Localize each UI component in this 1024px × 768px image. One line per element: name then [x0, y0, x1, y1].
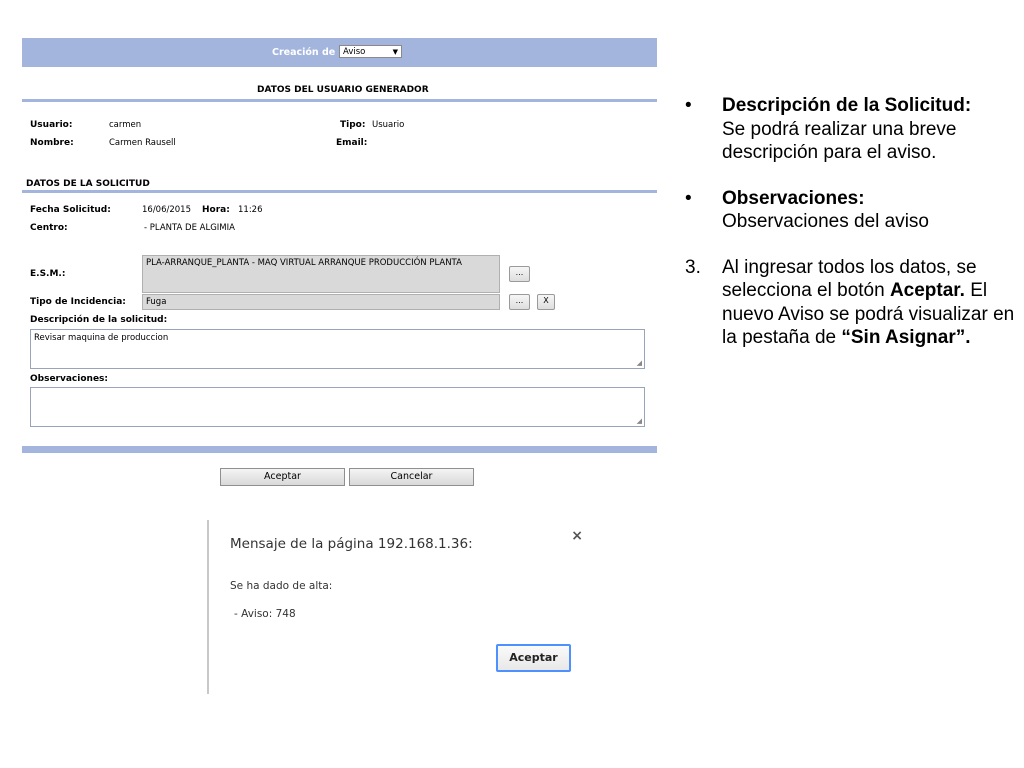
descripcion-label: Descripción de la solicitud:: [30, 315, 168, 325]
hora-value: 11:26: [238, 205, 263, 215]
note-title: Observaciones:: [722, 187, 865, 209]
request-section-title: DATOS DE LA SOLICITUD: [26, 179, 150, 189]
confirmation-dialog: Mensaje de la página 192.168.1.36: × Se …: [207, 520, 591, 694]
note-text: Observaciones del aviso: [722, 211, 929, 232]
hora-label: Hora:: [202, 205, 230, 215]
centro-value: - PLANTA DE ALGIMIA: [144, 223, 235, 233]
usuario-label: Usuario:: [30, 120, 73, 130]
dialog-title: Mensaje de la página 192.168.1.36:: [230, 536, 473, 552]
incidencia-label: Tipo de Incidencia:: [30, 297, 126, 307]
form-header-bar: Creación de Aviso ▼: [22, 38, 657, 67]
note-item-step3: 3. Al ingresar todos los datos, se selec…: [685, 256, 1020, 350]
tipo-label: Tipo:: [340, 120, 366, 130]
resize-handle-icon[interactable]: ◢: [637, 359, 642, 367]
esm-field-value: PLA-ARRANQUE_PLANTA - MAQ VIRTUAL ARRANQ…: [146, 258, 462, 268]
cancel-button[interactable]: Cancelar: [349, 468, 474, 486]
note-item-descripcion: • Descripción de la Solicitud: Se podrá …: [685, 94, 1020, 165]
bullet-icon: •: [685, 187, 692, 209]
request-section-divider: [22, 190, 657, 193]
accept-button[interactable]: Aceptar: [220, 468, 345, 486]
instructions-panel: • Descripción de la Solicitud: Se podrá …: [685, 94, 1020, 372]
close-icon[interactable]: ×: [571, 528, 583, 544]
user-section-title: DATOS DEL USUARIO GENERADOR: [257, 85, 429, 95]
tipo-value: Usuario: [372, 120, 405, 130]
note-emphasis: Aceptar.: [889, 280, 965, 301]
nombre-value: Carmen Rausell: [109, 138, 176, 148]
fecha-label: Fecha Solicitud:: [30, 205, 111, 215]
note-emphasis: “Sin Asignar”.: [841, 327, 971, 348]
dropdown-arrow-icon: ▼: [392, 48, 398, 56]
observaciones-label: Observaciones:: [30, 374, 109, 384]
centro-label: Centro:: [30, 223, 68, 233]
bullet-icon: •: [685, 95, 692, 116]
creation-type-value: Aviso: [343, 47, 366, 57]
step-number: 3.: [685, 256, 701, 278]
nombre-label: Nombre:: [30, 138, 74, 148]
resize-handle-icon[interactable]: ◢: [637, 417, 642, 425]
esm-lookup-button[interactable]: ...: [509, 266, 530, 282]
incidencia-field[interactable]: Fuga: [142, 294, 500, 310]
note-item-observaciones: • Observaciones: Observaciones del aviso: [685, 187, 1020, 234]
note-text: Se podrá realizar una breve descripción …: [722, 118, 957, 164]
incidencia-field-value: Fuga: [146, 297, 167, 307]
dialog-ok-button[interactable]: Aceptar: [496, 644, 571, 672]
form-header-title: Creación de: [272, 47, 336, 58]
dialog-message-line1: Se ha dado de alta:: [230, 580, 333, 592]
esm-field[interactable]: PLA-ARRANQUE_PLANTA - MAQ VIRTUAL ARRANQ…: [142, 255, 500, 293]
note-title: Descripción de la Solicitud:: [722, 95, 972, 116]
user-section-divider: [22, 99, 657, 102]
creation-type-select[interactable]: Aviso ▼: [339, 45, 402, 58]
aviso-creation-form: Creación de Aviso ▼ DATOS DEL USUARIO GE…: [22, 38, 657, 488]
descripcion-textarea-value: Revisar maquina de produccion: [34, 333, 169, 343]
usuario-value: carmen: [109, 120, 142, 130]
form-footer-bar: [22, 446, 657, 453]
descripcion-textarea[interactable]: Revisar maquina de produccion ◢: [30, 329, 645, 369]
fecha-value: 16/06/2015: [142, 205, 191, 215]
incidencia-clear-button[interactable]: X: [537, 294, 555, 310]
incidencia-lookup-button[interactable]: ...: [509, 294, 530, 310]
esm-label: E.S.M.:: [30, 269, 66, 279]
observaciones-textarea[interactable]: ◢: [30, 387, 645, 427]
email-label: Email:: [336, 138, 368, 148]
dialog-message-line2: - Aviso: 748: [234, 608, 296, 620]
